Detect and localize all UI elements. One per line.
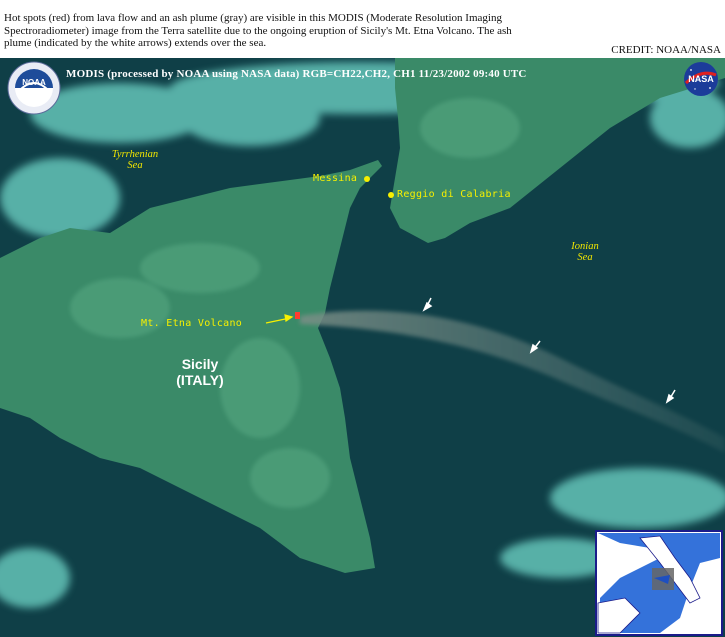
label-etna: Mt. Etna Volcano xyxy=(141,318,243,329)
svg-text:NOAA: NOAA xyxy=(22,78,46,87)
locator-inset-map xyxy=(595,530,723,636)
image-credit: CREDIT: NOAA/NASA xyxy=(611,44,721,56)
image-header: MODIS (processed by NOAA using NASA data… xyxy=(66,68,527,80)
svg-text:NASA: NASA xyxy=(688,74,714,84)
ionian-line-1: Ionian xyxy=(571,241,599,252)
label-reggio: Reggio di Calabria xyxy=(397,189,511,200)
tyrrhenian-line-2: Sea xyxy=(127,160,143,171)
nasa-logo-icon: NASA xyxy=(684,62,718,96)
ionian-line-2: Sea xyxy=(577,252,593,263)
label-messina: Messina xyxy=(313,173,358,184)
label-ionian-sea: Ionian Sea xyxy=(556,241,614,263)
satellite-map xyxy=(0,58,725,637)
hotspot-icon xyxy=(295,312,300,319)
city-dot-icon xyxy=(388,192,394,198)
italy-line: (ITALY) xyxy=(176,372,224,388)
label-tyrrhenian-sea: Tyrrhenian Sea xyxy=(100,149,170,171)
label-sicily: Sicily (ITALY) xyxy=(160,356,240,388)
city-dot-icon xyxy=(364,176,370,182)
sicily-line: Sicily xyxy=(181,356,219,372)
noaa-logo-icon: NOAA xyxy=(7,61,61,115)
tyrrhenian-line-1: Tyrrhenian xyxy=(111,149,159,160)
image-caption: Hot spots (red) from lava flow and an as… xyxy=(4,12,512,49)
